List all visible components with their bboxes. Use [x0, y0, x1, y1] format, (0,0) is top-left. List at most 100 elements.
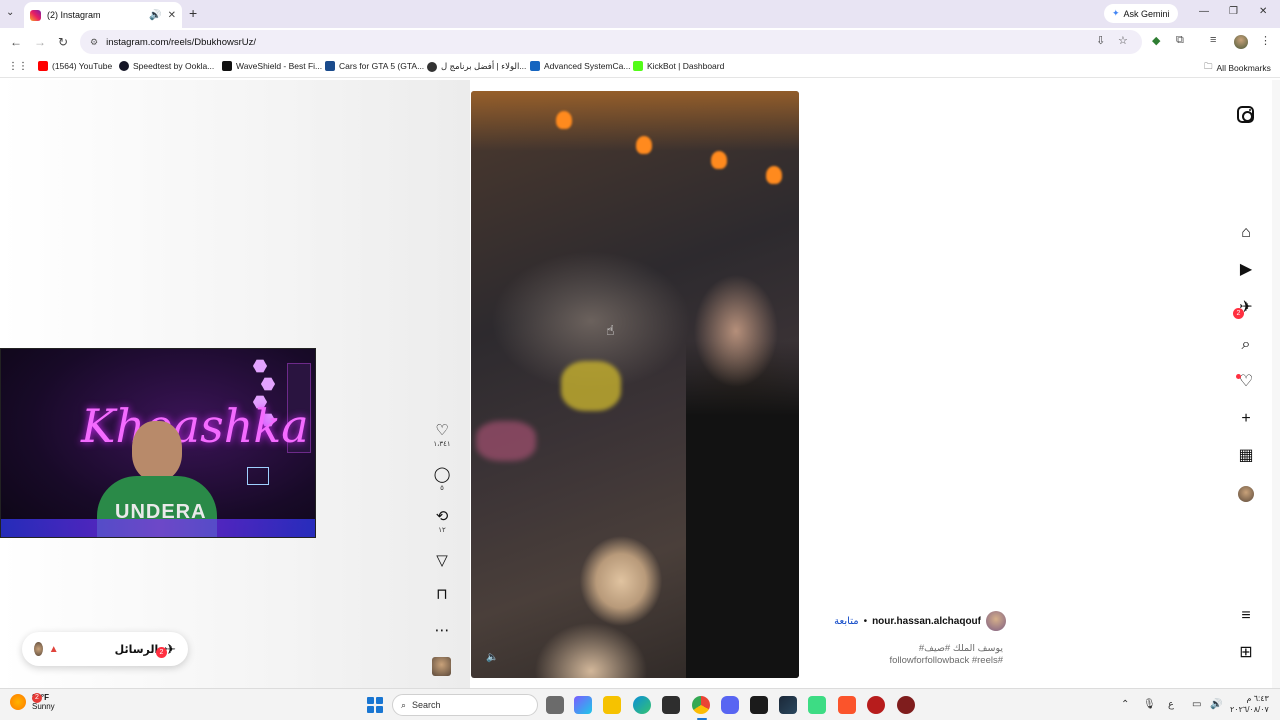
- profile-avatar[interactable]: [1234, 35, 1248, 49]
- bookmark-gta-cars[interactable]: Cars for GTA 5 (GTA...: [325, 61, 424, 71]
- network-icon[interactable]: ▭: [1192, 699, 1201, 710]
- save-button[interactable]: ⊓: [430, 586, 454, 604]
- video-light: [636, 136, 652, 154]
- repost-button[interactable]: ⟲ ١٢: [430, 508, 454, 534]
- clock-date: ٢٠٢٦/٠٨/٠٧: [1230, 705, 1269, 714]
- address-bar[interactable]: ⚙ instagram.com/reels/DbukhowsrUz/: [80, 30, 1142, 54]
- instagram-favicon-icon: [30, 9, 41, 21]
- all-bookmarks[interactable]: 🗀 All Bookmarks: [1204, 61, 1271, 75]
- epic-games-icon[interactable]: [750, 696, 768, 714]
- minimize-icon[interactable]: —: [1199, 6, 1209, 17]
- comment-count: ٥: [440, 485, 444, 492]
- weather-widget[interactable]: 2 84°F Sunny: [10, 693, 55, 711]
- bookmark-youtube[interactable]: (1564) YouTube: [38, 61, 112, 71]
- messages-badge: 2: [156, 647, 167, 658]
- weather-condition: Sunny: [32, 702, 55, 711]
- discord-icon[interactable]: [721, 696, 739, 714]
- github-icon: [427, 61, 437, 72]
- reel-video[interactable]: [471, 91, 799, 678]
- bookmark-alwalaa[interactable]: الولاء | أفضل برنامج ل...: [427, 61, 526, 72]
- reels-icon[interactable]: ▶: [1236, 260, 1256, 280]
- extensions-icon[interactable]: ⧉: [1176, 34, 1184, 47]
- more-options-button[interactable]: ⋯: [430, 622, 454, 640]
- copilot-icon[interactable]: [574, 696, 592, 714]
- author-username[interactable]: nour.hassan.alchaqouf: [872, 616, 981, 627]
- system-clock[interactable]: ٦:٤٣ م ٢٠٢٦/٠٨/٠٧: [1230, 693, 1269, 715]
- bookmark-kickbot[interactable]: KickBot | Dashboard: [633, 61, 724, 71]
- bookmarks-bar: ⋮⋮ (1564) YouTube Speedtest by Ookla... …: [0, 56, 1280, 78]
- dm-badge: 2: [1233, 308, 1244, 319]
- close-window-icon[interactable]: ✕: [1259, 6, 1267, 17]
- restore-icon[interactable]: ❐: [1229, 6, 1238, 17]
- tab-instagram[interactable]: (2) Instagram 🔊 ✕: [24, 2, 182, 28]
- task-view-icon[interactable]: [546, 696, 564, 714]
- video-pink-shirt: [476, 421, 536, 461]
- reload-icon[interactable]: ↻: [58, 35, 68, 49]
- windows-logo-icon: [367, 706, 374, 713]
- start-button[interactable]: [367, 697, 383, 713]
- search-label: Search: [412, 700, 441, 710]
- android-icon[interactable]: [808, 696, 826, 714]
- hex-light: [261, 377, 275, 391]
- install-app-icon[interactable]: ⇩: [1096, 34, 1105, 47]
- game-app-icon[interactable]: [897, 696, 915, 714]
- bookmark-star-icon[interactable]: ☆: [1118, 34, 1128, 47]
- close-tab-icon[interactable]: ✕: [168, 10, 176, 21]
- tray-overflow-icon[interactable]: ⌃: [1121, 699, 1129, 710]
- streamer-head: [132, 421, 182, 481]
- mute-icon[interactable]: 🔈: [486, 652, 498, 663]
- ask-gemini-button[interactable]: ✦ Ask Gemini: [1104, 4, 1178, 23]
- like-button[interactable]: ♡ ١،٣٤١: [430, 422, 454, 448]
- create-plus-icon[interactable]: +: [1236, 409, 1256, 429]
- chrome-icon[interactable]: [692, 696, 710, 714]
- browser-menu-icon[interactable]: ⋮: [1260, 34, 1271, 47]
- back-icon[interactable]: ←: [10, 35, 22, 49]
- speedtest-icon: [119, 61, 129, 71]
- apps-icon[interactable]: ⋮⋮: [8, 61, 28, 72]
- bookmark-speedtest[interactable]: Speedtest by Ookla...: [119, 61, 214, 71]
- comment-button[interactable]: ◯ ٥: [430, 466, 454, 492]
- profile-avatar[interactable]: [1238, 486, 1254, 502]
- forward-icon[interactable]: →: [34, 35, 46, 49]
- edge-icon[interactable]: [633, 696, 651, 714]
- store-icon[interactable]: [662, 696, 680, 714]
- new-tab-button[interactable]: +: [189, 5, 197, 21]
- bookmark-waveshield[interactable]: WaveShield - Best Fi...: [222, 61, 322, 71]
- repost-icon: ⟲: [435, 508, 449, 525]
- language-indicator[interactable]: ع: [1168, 699, 1174, 710]
- microphone-icon[interactable]: 🎙: [1143, 699, 1156, 710]
- shield-extension-icon[interactable]: ◆: [1152, 34, 1160, 47]
- media-control-icon[interactable]: ≡: [1210, 34, 1216, 46]
- volume-icon[interactable]: 🔊: [1210, 699, 1222, 710]
- clock-time: ٦:٤٣ م: [1246, 694, 1269, 703]
- avatar: [34, 642, 43, 656]
- home-icon[interactable]: ⌂: [1236, 223, 1256, 243]
- notification-dot: [1236, 374, 1241, 379]
- follow-button[interactable]: متابعة: [834, 616, 858, 627]
- dashboard-icon[interactable]: ▦: [1236, 446, 1256, 466]
- speaker-icon[interactable]: 🔊: [149, 10, 161, 21]
- tab-search-icon[interactable]: ⌄: [6, 7, 14, 18]
- search-icon[interactable]: ⌕: [1236, 335, 1256, 355]
- brave-icon[interactable]: [838, 696, 856, 714]
- file-explorer-icon[interactable]: [603, 696, 621, 714]
- bookmark-advanced-systemcare[interactable]: Advanced SystemCa...: [530, 61, 630, 71]
- share-button[interactable]: ▽: [430, 552, 454, 570]
- bookmark-label: WaveShield - Best Fi...: [236, 61, 323, 71]
- led-strip: [1, 519, 315, 537]
- menu-icon[interactable]: ≡: [1236, 606, 1256, 626]
- site-info-icon[interactable]: ⚙: [90, 37, 98, 48]
- video-man: [686, 191, 799, 678]
- instagram-logo-icon[interactable]: [1237, 106, 1254, 123]
- page-scrollbar[interactable]: [1272, 80, 1280, 688]
- redapp-icon[interactable]: [867, 696, 885, 714]
- also-from-meta-icon[interactable]: ⊞: [1236, 643, 1256, 663]
- author-avatar[interactable]: [986, 611, 1006, 631]
- steam-icon[interactable]: [779, 696, 797, 714]
- url-text: instagram.com/reels/DbukhowsrUz/: [106, 36, 257, 48]
- bookmark-icon: ⊓: [436, 586, 448, 603]
- taskbar-search[interactable]: ⌕ Search: [392, 694, 538, 716]
- kickbot-icon: [633, 61, 643, 71]
- audio-thumbnail[interactable]: [432, 657, 451, 676]
- gemini-icon: ✦: [1112, 8, 1120, 18]
